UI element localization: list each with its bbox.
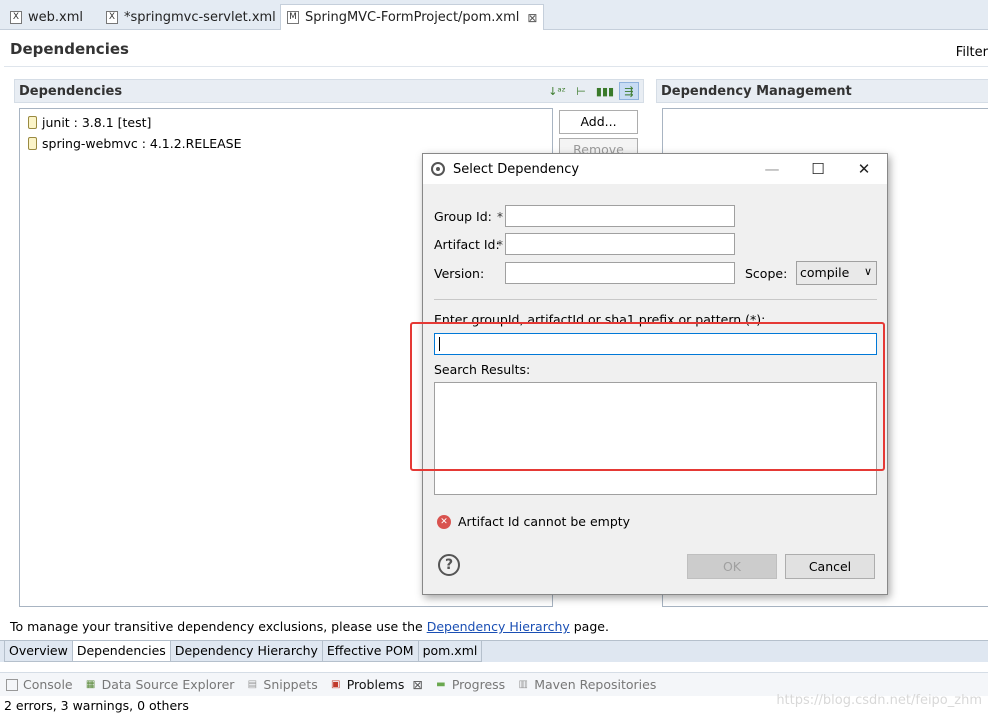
view-tab-console[interactable]: Console bbox=[6, 677, 73, 692]
jar-icon bbox=[28, 136, 37, 150]
scope-value: compile bbox=[800, 265, 850, 280]
note-suffix: page. bbox=[569, 619, 609, 634]
view-tab-snippets[interactable]: ▤ Snippets bbox=[246, 677, 318, 692]
view-tab-maven-repositories[interactable]: ▥ Maven Repositories bbox=[517, 677, 656, 692]
view-tab-label: Data Source Explorer bbox=[101, 677, 235, 692]
chevron-down-icon: ∨ bbox=[863, 265, 872, 278]
view-tab-label: Snippets bbox=[263, 677, 318, 692]
view-tab-problems[interactable]: ▣ Problems ⊠ bbox=[330, 677, 423, 692]
tab-pom-xml[interactable]: pom.xml bbox=[418, 640, 483, 662]
problems-icon: ▣ bbox=[330, 678, 341, 690]
editor-tab-label: *springmvc-servlet.xml bbox=[124, 9, 276, 25]
required-marker: * bbox=[497, 238, 503, 252]
validation-message: ✕ Artifact Id cannot be empty bbox=[437, 514, 630, 529]
tab-dependency-hierarchy[interactable]: Dependency Hierarchy bbox=[170, 640, 323, 662]
required-marker: * bbox=[497, 210, 503, 224]
database-icon: ▦ bbox=[85, 678, 96, 690]
add-dependency-button[interactable]: Add... bbox=[559, 110, 638, 134]
view-tab-data-source-explorer[interactable]: ▦ Data Source Explorer bbox=[85, 677, 235, 692]
view-tab-label: Console bbox=[23, 677, 73, 692]
console-icon bbox=[6, 678, 18, 691]
sort-az-icon[interactable]: ↓ᵃᶻ bbox=[547, 82, 567, 100]
dependency-label: spring-webmvc : 4.1.2.RELEASE bbox=[42, 135, 242, 151]
editor-tab-pom-xml[interactable]: M SpringMVC-FormProject/pom.xml ⊠ bbox=[280, 4, 545, 30]
transitive-exclusions-note: To manage your transitive dependency exc… bbox=[10, 619, 609, 634]
cancel-button[interactable]: Cancel bbox=[785, 554, 875, 579]
select-dependency-dialog: Select Dependency — ☐ ✕ Group Id: * Arti… bbox=[422, 153, 888, 595]
progress-icon: ▬ bbox=[436, 678, 446, 690]
close-icon[interactable]: ✕ bbox=[841, 154, 887, 184]
view-tab-progress[interactable]: ▬ Progress bbox=[435, 677, 505, 692]
editor-tab-web-xml[interactable]: X web.xml bbox=[4, 4, 89, 30]
xml-file-icon: X bbox=[10, 10, 22, 24]
dependencies-section-header: Dependencies ↓ᵃᶻ ⊢ ▮▮▮ ⇶ bbox=[14, 79, 644, 103]
view-tab-label: Maven Repositories bbox=[534, 677, 657, 692]
artifact-id-label: Artifact Id: bbox=[434, 237, 500, 252]
version-input[interactable] bbox=[505, 262, 735, 284]
dialog-divider bbox=[434, 299, 877, 300]
columns-icon[interactable]: ▮▮▮ bbox=[595, 82, 615, 100]
tab-effective-pom[interactable]: Effective POM bbox=[322, 640, 419, 662]
section-title: Dependency Management bbox=[661, 84, 852, 99]
error-text: Artifact Id cannot be empty bbox=[458, 514, 631, 529]
search-results-label: Search Results: bbox=[434, 362, 531, 377]
scope-select[interactable]: compile ∨ bbox=[796, 261, 877, 285]
text-caret bbox=[439, 337, 440, 351]
snippets-icon: ▤ bbox=[247, 678, 258, 690]
dialog-title-bar[interactable]: Select Dependency — ☐ ✕ bbox=[423, 154, 887, 184]
editor-tab-bar: X web.xml X *springmvc-servlet.xml M Spr… bbox=[0, 0, 988, 30]
search-results-list[interactable] bbox=[434, 382, 877, 495]
editor-tab-label: SpringMVC-FormProject/pom.xml bbox=[305, 10, 520, 25]
dependency-hierarchy-link[interactable]: Dependency Hierarchy bbox=[427, 619, 570, 634]
page-tabs: Overview Dependencies Dependency Hierarc… bbox=[4, 640, 483, 662]
group-id-label: Group Id: bbox=[434, 209, 492, 224]
dependency-management-header: Dependency Management bbox=[656, 79, 988, 103]
tab-dependencies[interactable]: Dependencies bbox=[72, 640, 171, 662]
close-view-icon[interactable]: ⊠ bbox=[412, 677, 422, 692]
maximize-icon[interactable]: ☐ bbox=[795, 154, 841, 184]
error-icon: ✕ bbox=[437, 514, 451, 529]
ok-button[interactable]: OK bbox=[687, 554, 777, 579]
eclipse-icon bbox=[431, 162, 445, 176]
group-id-input[interactable] bbox=[505, 205, 735, 227]
artifact-id-input[interactable] bbox=[505, 233, 735, 255]
filter-toggle-icon[interactable]: ⇶ bbox=[619, 82, 639, 100]
help-icon[interactable]: ? bbox=[438, 554, 460, 576]
list-item[interactable]: spring-webmvc : 4.1.2.RELEASE bbox=[28, 134, 242, 152]
version-label: Version: bbox=[434, 266, 485, 281]
view-tab-label: Problems bbox=[346, 677, 405, 692]
dependency-label: junit : 3.8.1 [test] bbox=[42, 114, 152, 130]
watermark: https://blog.csdn.net/feipo_zhm bbox=[776, 693, 982, 708]
jar-icon bbox=[28, 115, 37, 129]
close-tab-icon[interactable]: ⊠ bbox=[527, 11, 537, 25]
hierarchy-icon[interactable]: ⊢ bbox=[571, 82, 591, 100]
note-prefix: To manage your transitive dependency exc… bbox=[10, 619, 427, 634]
scope-label: Scope: bbox=[745, 266, 788, 281]
page-title: Dependencies bbox=[10, 40, 129, 58]
filter-label[interactable]: Filter bbox=[956, 45, 988, 60]
section-title: Dependencies bbox=[19, 84, 123, 99]
header-divider bbox=[4, 66, 988, 67]
maven-repositories-icon: ▥ bbox=[518, 678, 528, 690]
problems-summary: 2 errors, 3 warnings, 0 others bbox=[4, 698, 189, 713]
editor-tab-springmvc-servlet[interactable]: X *springmvc-servlet.xml bbox=[100, 4, 282, 30]
dependencies-toolbar: ↓ᵃᶻ ⊢ ▮▮▮ ⇶ bbox=[547, 82, 639, 100]
xml-file-icon: X bbox=[106, 10, 118, 24]
search-prompt-label: Enter groupId, artifactId or sha1 prefix… bbox=[434, 312, 766, 327]
minimize-icon[interactable]: — bbox=[749, 154, 795, 184]
list-item[interactable]: junit : 3.8.1 [test] bbox=[28, 113, 151, 131]
dialog-title: Select Dependency bbox=[453, 161, 580, 177]
editor-tab-label: web.xml bbox=[28, 9, 83, 25]
tab-overview[interactable]: Overview bbox=[4, 640, 73, 662]
maven-file-icon: M bbox=[287, 11, 299, 24]
search-input[interactable] bbox=[434, 333, 877, 355]
view-tab-label: Progress bbox=[451, 677, 506, 692]
